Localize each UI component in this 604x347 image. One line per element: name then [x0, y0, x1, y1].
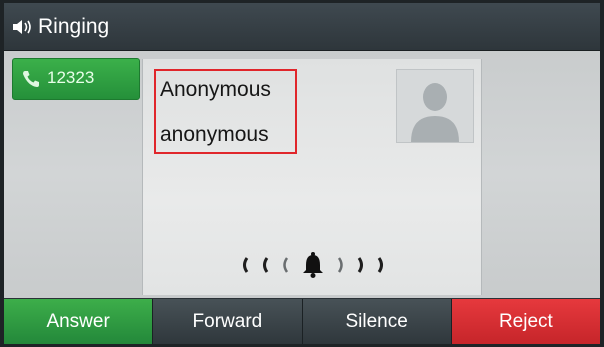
answer-button[interactable]: Answer	[4, 299, 154, 344]
person-silhouette-icon	[411, 83, 459, 142]
caller-info-highlight: Anonymous anonymous	[154, 69, 297, 154]
forward-button[interactable]: Forward	[153, 299, 303, 344]
caller-name: Anonymous	[160, 78, 271, 101]
ringing-indicator	[233, 250, 393, 280]
call-state-title: Ringing	[38, 15, 110, 38]
bell-icon	[303, 252, 323, 278]
phone-handset-icon	[23, 71, 39, 87]
phone-bezel: Ringing 12323 Anonymous anonymous Answer…	[0, 0, 604, 347]
speaker-icon	[13, 20, 31, 34]
reject-button[interactable]: Reject	[451, 299, 600, 344]
caller-card: Anonymous anonymous	[142, 59, 482, 295]
phone-screen: Ringing 12323 Anonymous anonymous Answer…	[4, 3, 600, 344]
caller-number: anonymous	[160, 123, 269, 146]
status-bar: Ringing	[4, 3, 600, 51]
line-key-label: 12323	[47, 68, 95, 87]
softkey-bar: Answer Forward Silence Reject	[4, 299, 600, 344]
avatar	[396, 69, 474, 143]
line-key-button[interactable]: 12323	[12, 58, 140, 100]
call-panel: 12323 Anonymous anonymous	[4, 51, 600, 298]
silence-button[interactable]: Silence	[302, 299, 452, 344]
